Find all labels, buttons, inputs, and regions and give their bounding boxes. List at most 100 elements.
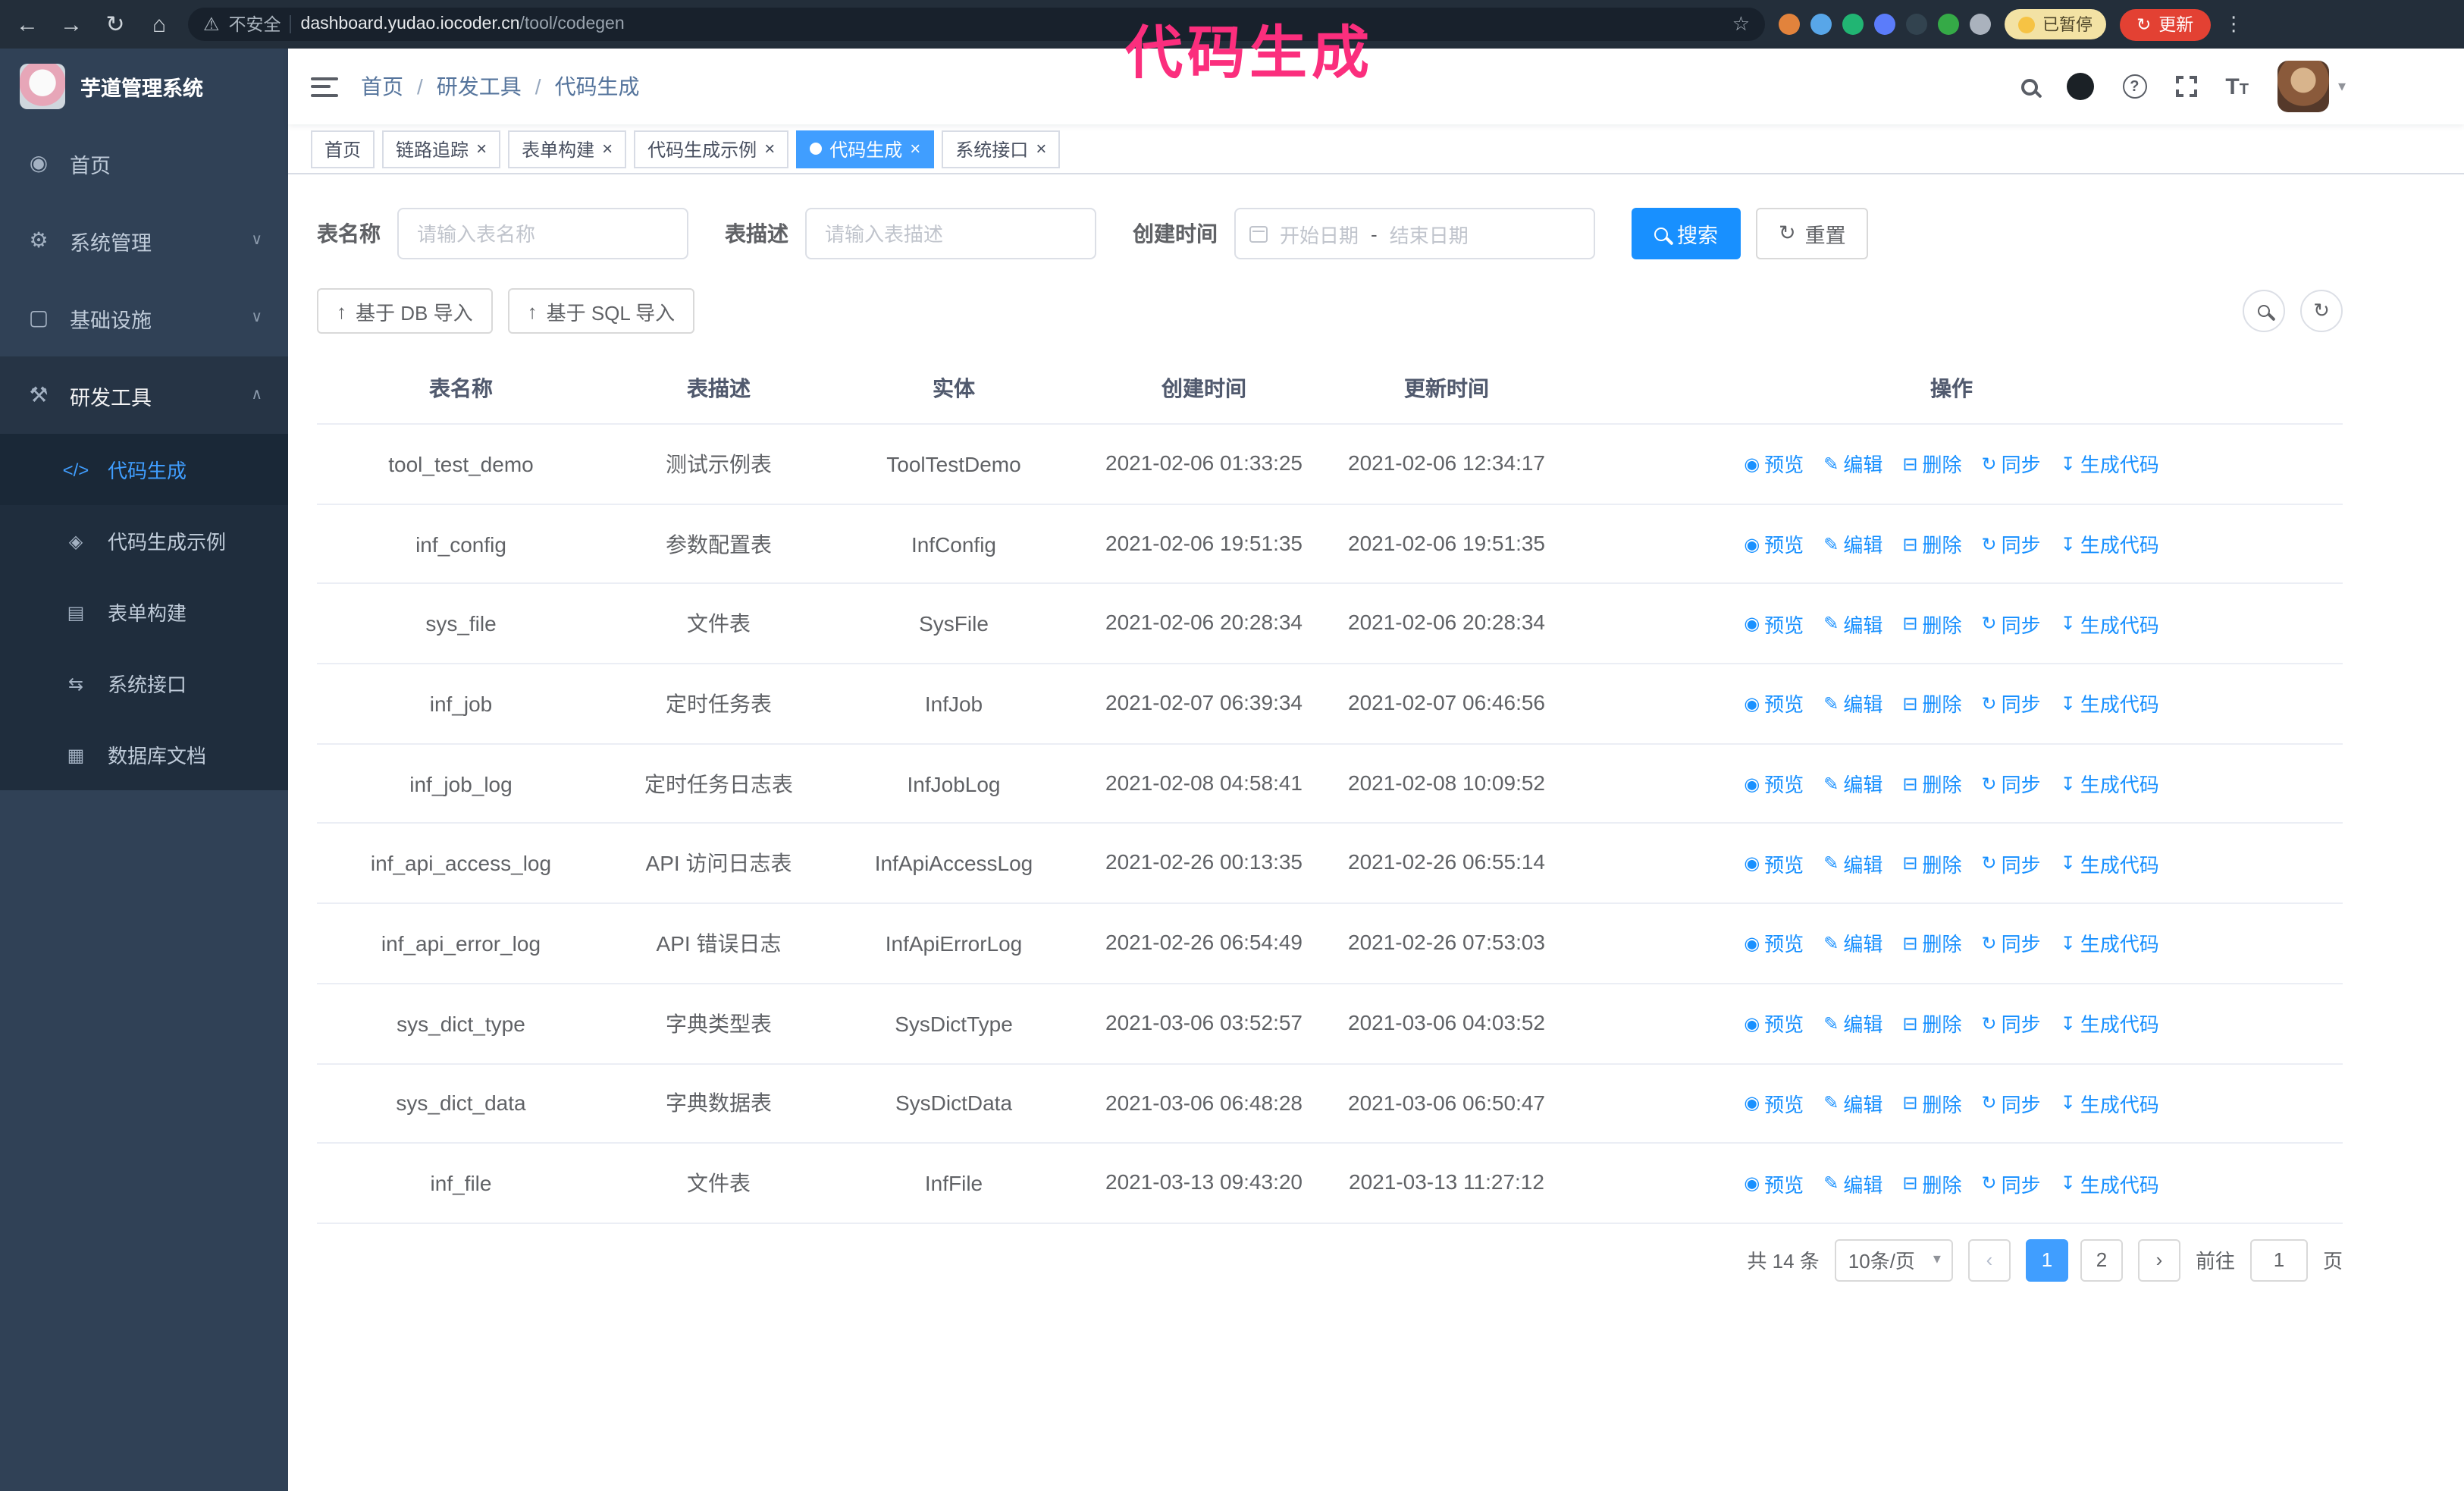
toggle-search-button[interactable] — [2243, 290, 2285, 332]
action-sync-link[interactable]: ↻ 同步 — [1982, 1089, 2041, 1118]
sidebar-subitem[interactable]: ◈ 代码生成示例 — [0, 505, 288, 576]
action-delete-link[interactable]: ⊟ 删除 — [1902, 609, 1961, 638]
action-edit-link[interactable]: ✎ 编辑 — [1823, 929, 1882, 958]
font-size-icon[interactable]: TT — [2225, 74, 2249, 99]
action-sync-link[interactable]: ↻ 同步 — [1982, 929, 2041, 958]
action-preview-link[interactable]: ◉ 预览 — [1744, 450, 1804, 479]
action-preview-link[interactable]: ◉ 预览 — [1744, 689, 1804, 718]
search-button[interactable]: 搜索 — [1632, 208, 1741, 259]
action-sync-link[interactable]: ↻ 同步 — [1982, 689, 2041, 718]
action-sync-link[interactable]: ↻ 同步 — [1982, 769, 2041, 798]
tab-item[interactable]: 代码生成示例 × — [634, 130, 789, 168]
action-edit-link[interactable]: ✎ 编辑 — [1823, 1009, 1882, 1037]
action-generate-link[interactable]: ↧ 生成代码 — [2061, 929, 2159, 958]
home-icon[interactable]: ⌂ — [144, 11, 174, 37]
extension-icon[interactable] — [1810, 14, 1832, 35]
sidebar-item[interactable]: ⚒ 研发工具 ∧ — [0, 356, 288, 434]
sidebar-item[interactable]: ▢ 基础设施 ∨ — [0, 279, 288, 356]
browser-menu-icon[interactable]: ⋮ — [2224, 12, 2243, 36]
action-generate-link[interactable]: ↧ 生成代码 — [2061, 1009, 2159, 1037]
tab-active[interactable]: 代码生成 × — [796, 130, 935, 168]
action-preview-link[interactable]: ◉ 预览 — [1744, 1009, 1804, 1037]
next-page-button[interactable]: › — [2137, 1238, 2180, 1282]
search-icon[interactable] — [2020, 78, 2038, 95]
action-preview-link[interactable]: ◉ 预览 — [1744, 849, 1804, 878]
action-edit-link[interactable]: ✎ 编辑 — [1823, 1169, 1882, 1198]
sidebar-subitem[interactable]: </> 代码生成 — [0, 434, 288, 505]
page-button-2[interactable]: 2 — [2080, 1238, 2123, 1282]
action-edit-link[interactable]: ✎ 编辑 — [1823, 529, 1882, 558]
action-generate-link[interactable]: ↧ 生成代码 — [2061, 529, 2159, 558]
breadcrumb-item[interactable]: 首页 — [361, 71, 403, 102]
action-sync-link[interactable]: ↻ 同步 — [1982, 609, 2041, 638]
reload-icon[interactable]: ↻ — [100, 11, 130, 38]
action-preview-link[interactable]: ◉ 预览 — [1744, 1089, 1804, 1118]
address-bar[interactable]: ⚠ 不安全 dashboard.yudao.iocoder.cn/tool/co… — [188, 8, 1765, 41]
action-delete-link[interactable]: ⊟ 删除 — [1902, 529, 1961, 558]
import-db-button[interactable]: ↑ 基于 DB 导入 — [317, 288, 493, 334]
extension-icon[interactable] — [1970, 14, 1991, 35]
action-edit-link[interactable]: ✎ 编辑 — [1823, 1089, 1882, 1118]
action-sync-link[interactable]: ↻ 同步 — [1982, 849, 2041, 878]
tab-close-icon[interactable]: × — [476, 140, 487, 158]
import-sql-button[interactable]: ↑ 基于 SQL 导入 — [507, 288, 695, 334]
app-logo[interactable]: 芋道管理系统 — [0, 49, 288, 124]
action-generate-link[interactable]: ↧ 生成代码 — [2061, 1089, 2159, 1118]
sidebar-subitem[interactable]: ▦ 数据库文档 — [0, 719, 288, 790]
table-desc-input[interactable] — [805, 208, 1096, 259]
action-generate-link[interactable]: ↧ 生成代码 — [2061, 769, 2159, 798]
back-icon[interactable]: ← — [12, 11, 42, 37]
date-range-picker[interactable]: 开始日期 - 结束日期 — [1234, 208, 1595, 259]
action-generate-link[interactable]: ↧ 生成代码 — [2061, 609, 2159, 638]
sidebar-subitem[interactable]: ▤ 表单构建 — [0, 576, 288, 648]
action-edit-link[interactable]: ✎ 编辑 — [1823, 769, 1882, 798]
goto-page-input[interactable] — [2249, 1238, 2308, 1282]
extension-icon[interactable] — [1779, 14, 1800, 35]
paused-badge[interactable]: 已暂停 — [2005, 9, 2106, 39]
prev-page-button[interactable]: ‹ — [1967, 1238, 2011, 1282]
action-delete-link[interactable]: ⊟ 删除 — [1902, 769, 1961, 798]
tab-item[interactable]: 表单构建 × — [508, 130, 627, 168]
github-icon[interactable] — [2066, 73, 2094, 100]
extension-icon[interactable] — [1842, 14, 1864, 35]
action-edit-link[interactable]: ✎ 编辑 — [1823, 609, 1882, 638]
action-edit-link[interactable]: ✎ 编辑 — [1823, 849, 1882, 878]
forward-icon[interactable]: → — [56, 11, 86, 37]
action-delete-link[interactable]: ⊟ 删除 — [1902, 1089, 1961, 1118]
tab-close-icon[interactable]: × — [764, 140, 775, 158]
action-sync-link[interactable]: ↻ 同步 — [1982, 529, 2041, 558]
page-button-1[interactable]: 1 — [2025, 1238, 2068, 1282]
action-generate-link[interactable]: ↧ 生成代码 — [2061, 689, 2159, 718]
action-edit-link[interactable]: ✎ 编辑 — [1823, 450, 1882, 479]
action-preview-link[interactable]: ◉ 预览 — [1744, 929, 1804, 958]
action-preview-link[interactable]: ◉ 预览 — [1744, 609, 1804, 638]
action-sync-link[interactable]: ↻ 同步 — [1982, 1169, 2041, 1198]
action-generate-link[interactable]: ↧ 生成代码 — [2061, 849, 2159, 878]
update-button[interactable]: ↻ 更新 — [2120, 8, 2211, 40]
action-generate-link[interactable]: ↧ 生成代码 — [2061, 1169, 2159, 1198]
fullscreen-icon[interactable] — [2174, 74, 2199, 99]
tab-close-icon[interactable]: × — [602, 140, 613, 158]
hamburger-icon[interactable] — [311, 77, 338, 96]
reset-button[interactable]: ↻ 重置 — [1756, 208, 1869, 259]
page-size-select[interactable]: 10条/页 ▾ — [1834, 1238, 1953, 1282]
action-delete-link[interactable]: ⊟ 删除 — [1902, 849, 1961, 878]
sidebar-item[interactable]: ⚙ 系统管理 ∨ — [0, 202, 288, 279]
action-delete-link[interactable]: ⊟ 删除 — [1902, 1009, 1961, 1037]
tab-item[interactable]: 系统接口 × — [942, 130, 1061, 168]
sidebar-item[interactable]: ◉ 首页 — [0, 124, 288, 202]
action-preview-link[interactable]: ◉ 预览 — [1744, 529, 1804, 558]
action-preview-link[interactable]: ◉ 预览 — [1744, 1169, 1804, 1198]
action-delete-link[interactable]: ⊟ 删除 — [1902, 1169, 1961, 1198]
bookmark-star-icon[interactable]: ☆ — [1732, 12, 1750, 36]
action-generate-link[interactable]: ↧ 生成代码 — [2061, 450, 2159, 479]
tab-item[interactable]: 链路追踪 × — [382, 130, 501, 168]
user-menu[interactable]: ▾ — [2277, 61, 2346, 112]
action-delete-link[interactable]: ⊟ 删除 — [1902, 450, 1961, 479]
action-preview-link[interactable]: ◉ 预览 — [1744, 769, 1804, 798]
action-delete-link[interactable]: ⊟ 删除 — [1902, 689, 1961, 718]
action-sync-link[interactable]: ↻ 同步 — [1982, 1009, 2041, 1037]
tab-close-icon[interactable]: × — [910, 140, 920, 158]
breadcrumb-item[interactable]: 代码生成 — [555, 71, 640, 102]
table-name-input[interactable] — [397, 208, 688, 259]
